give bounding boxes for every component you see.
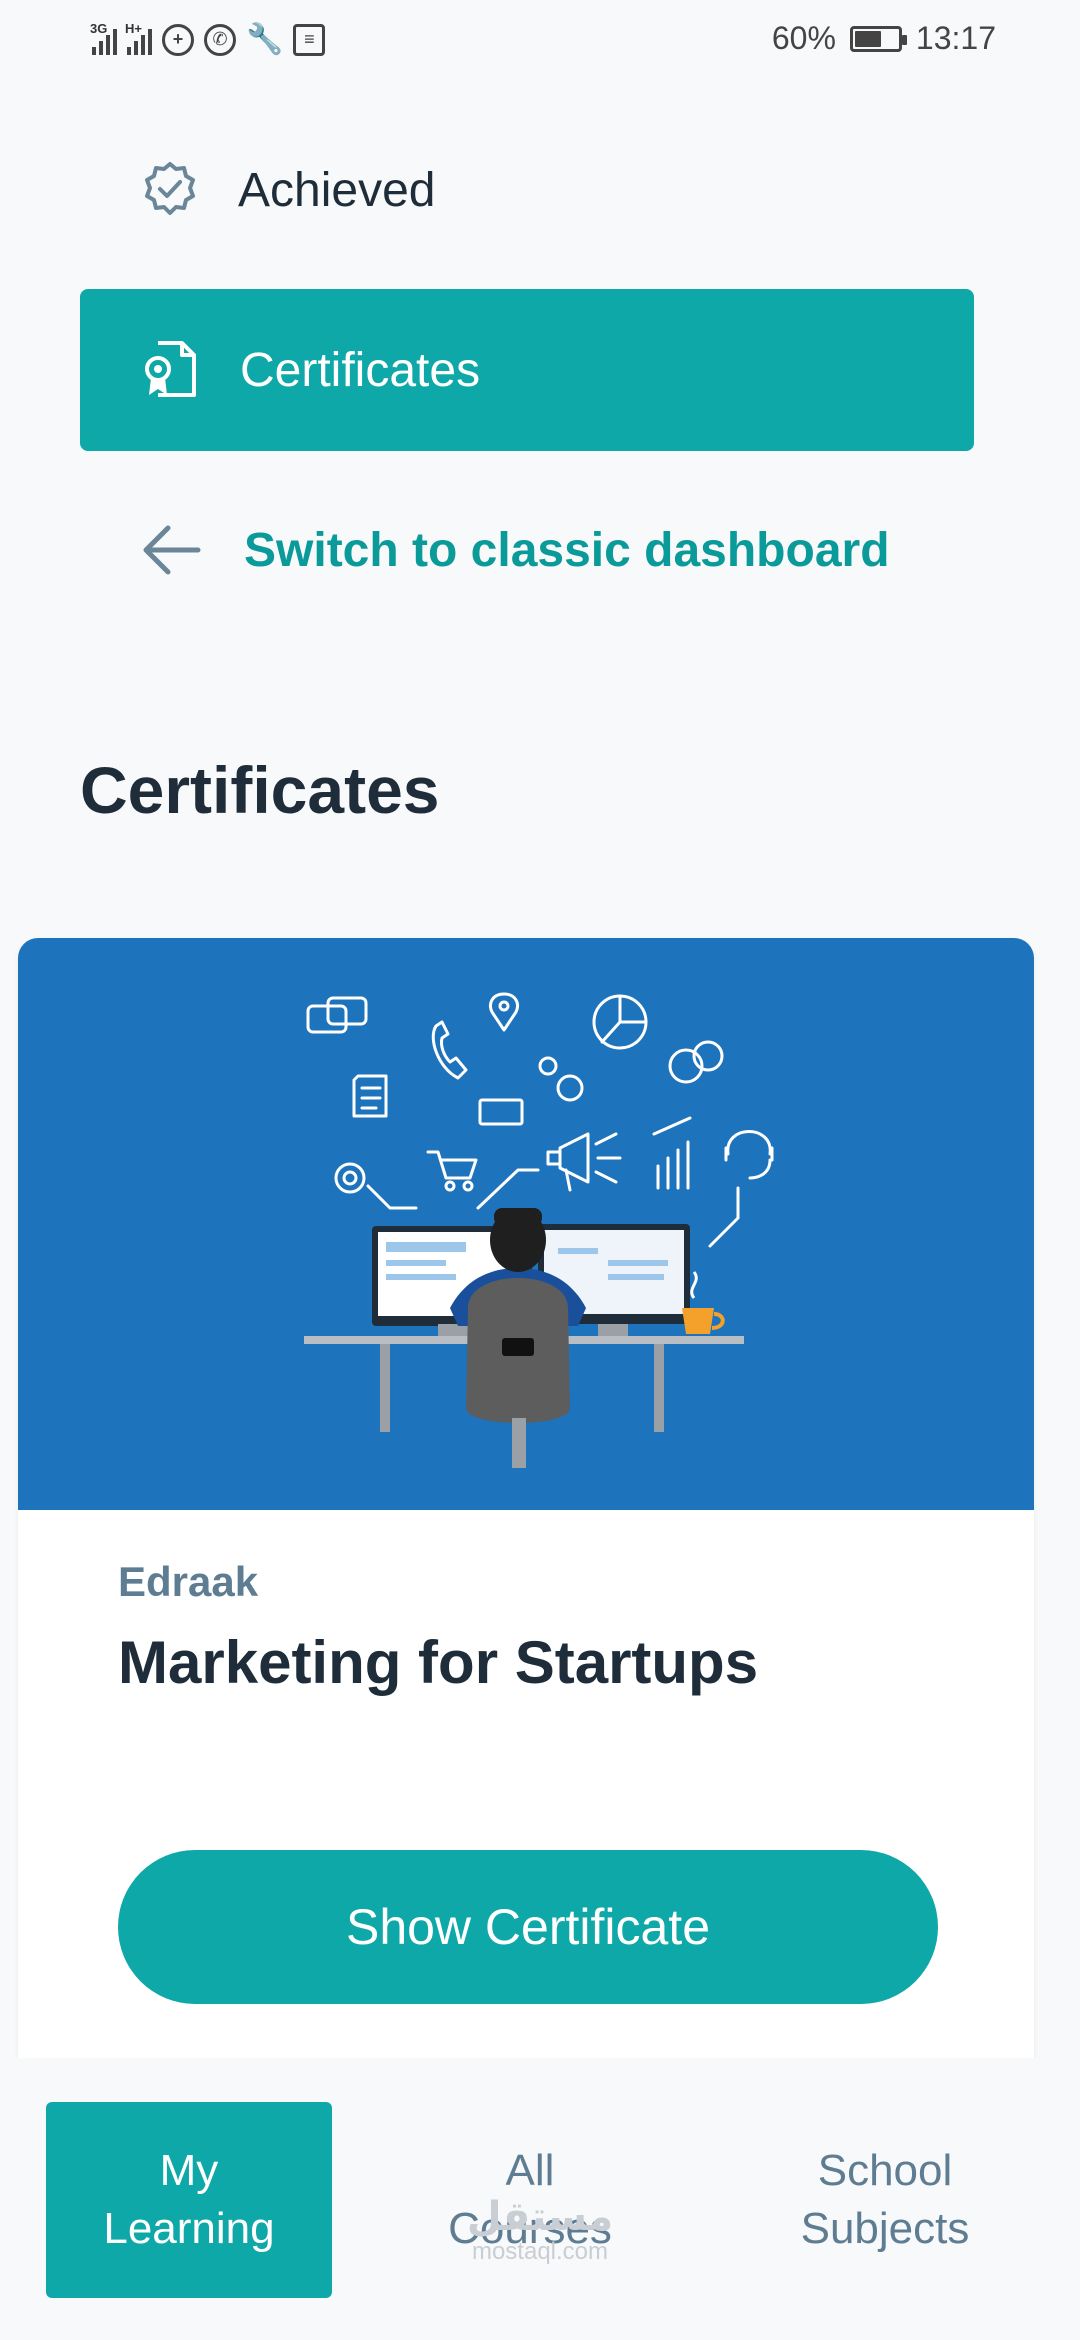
whatsapp-icon: ✆	[204, 23, 236, 56]
person-at-computer-illustration	[304, 992, 774, 1468]
status-right: 60% 13:17	[772, 20, 996, 57]
wrench-icon: 🔧	[246, 23, 284, 56]
network-type-label-2: H+	[125, 20, 142, 36]
battery-percent: 60%	[771, 20, 836, 56]
nav-label-line1: All	[505, 2146, 555, 2195]
menu-item-certificates-label: Certificates	[240, 343, 481, 397]
menu-item-certificates[interactable]: Certificates	[80, 289, 974, 451]
watermark: مستقل mostaql.com	[0, 2196, 1080, 2266]
course-title: Marketing for Startups	[118, 1629, 759, 1696]
arrow-left-icon	[143, 525, 201, 575]
show-certificate-button[interactable]: Show Certificate	[118, 1850, 938, 2004]
signal-icon-2: H+	[125, 21, 152, 55]
battery-icon	[849, 25, 907, 52]
menu-item-achieved[interactable]: Achieved	[140, 150, 435, 230]
status-bar: 3G H+ + ✆ 🔧 ≡ 60% 13:17	[0, 0, 1080, 84]
page-title: Certificates	[80, 753, 440, 827]
nav-label-line1: My	[159, 2146, 219, 2195]
plus-circle-icon: +	[162, 23, 194, 56]
switch-classic-dashboard-label: Switch to classic dashboard	[244, 523, 890, 577]
course-illustration	[18, 938, 1034, 1510]
course-provider: Edraak	[118, 1558, 259, 1605]
menu-item-achieved-label: Achieved	[238, 163, 436, 217]
switch-classic-dashboard-link[interactable]: Switch to classic dashboard	[140, 505, 890, 595]
nav-label-line1: School	[817, 2146, 953, 2195]
network-type-label: 3G	[90, 20, 108, 36]
battery-level	[854, 30, 882, 47]
badge-check-icon	[145, 162, 195, 215]
news-icon: ≡	[293, 23, 326, 56]
watermark-latin: mostaql.com	[471, 2238, 609, 2265]
watermark-arabic: مستقل	[466, 2195, 614, 2239]
certificate-icon	[145, 341, 196, 397]
clock: 13:17	[915, 20, 996, 56]
status-icons: 3G H+ + ✆ 🔧 ≡	[90, 21, 326, 57]
certificate-card: Edraak Marketing for Startups Show Certi…	[18, 938, 1034, 2078]
signal-icon: 3G	[90, 21, 117, 55]
